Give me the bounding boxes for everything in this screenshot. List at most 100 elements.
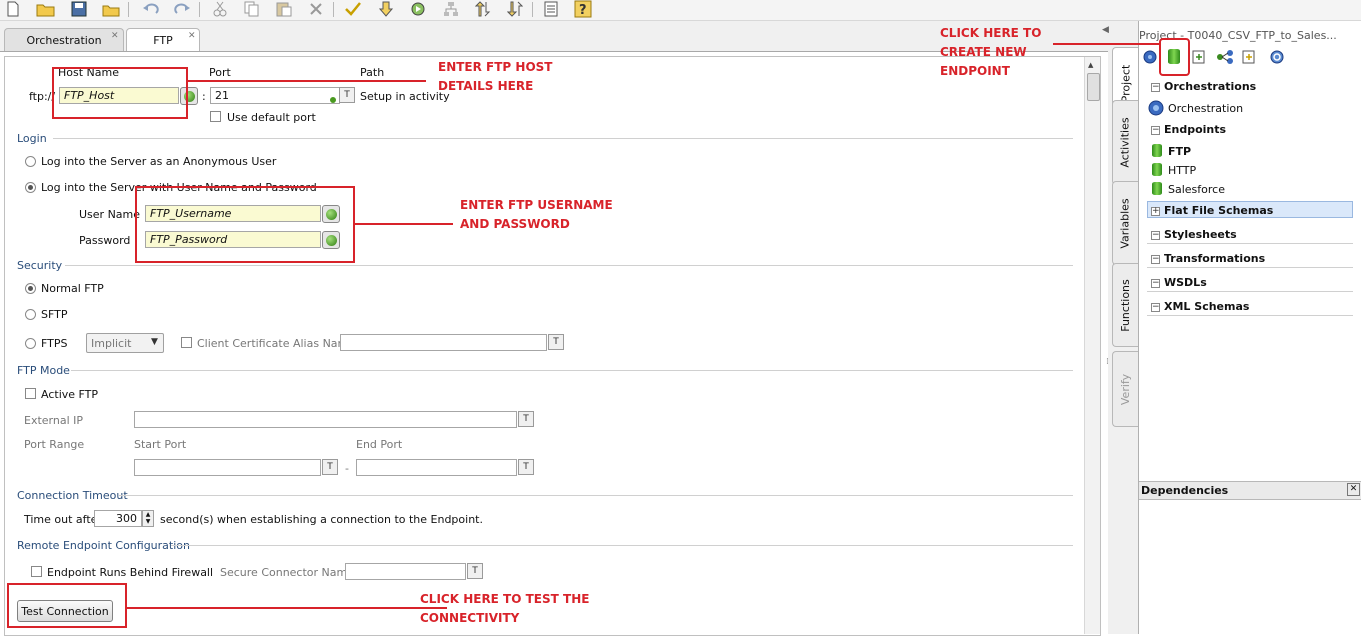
undo-icon[interactable]	[140, 0, 162, 18]
endpoint-icon	[1152, 182, 1162, 195]
tree-item-orchestration[interactable]: Orchestration	[1168, 102, 1243, 115]
collapse-wsdls-icon[interactable]: −	[1151, 279, 1160, 288]
project-panel: Project - T0040_CSV_FTP_to_Sales... − Or…	[1138, 21, 1361, 634]
tree-item-ftp[interactable]: FTP	[1168, 145, 1191, 158]
timeout-spinner[interactable]: ▲ ▼	[142, 510, 154, 527]
new-transformation-icon[interactable]	[1191, 49, 1207, 68]
side-tab-verify[interactable]: Verify	[1112, 351, 1138, 427]
end-port-text-button[interactable]: T	[518, 459, 534, 475]
dependencies-title: Dependencies	[1141, 484, 1229, 497]
scrollbar-thumb[interactable]	[1087, 73, 1100, 101]
collapse-stylesheets-icon[interactable]: −	[1151, 231, 1160, 240]
new-endpoint-annotation: CLICK HERE TO CREATE NEW ENDPOINT	[940, 24, 1041, 81]
collapse-transformations-icon[interactable]: −	[1151, 255, 1160, 264]
dependencies-header: Dependencies ✕	[1139, 481, 1361, 500]
run-icon[interactable]	[407, 0, 429, 18]
tree-transformations[interactable]: Transformations	[1164, 252, 1265, 265]
side-tab-variables[interactable]: Variables	[1112, 181, 1138, 265]
save-all-icon[interactable]	[100, 0, 122, 18]
tree-xml-schemas[interactable]: XML Schemas	[1164, 300, 1249, 313]
port-text-button[interactable]: T	[339, 87, 355, 103]
side-tab-activities[interactable]: Activities	[1112, 100, 1138, 185]
test-annotation: CLICK HERE TO TEST THE CONNECTIVITY	[420, 590, 589, 628]
client-certificate-input[interactable]	[340, 334, 547, 351]
help-icon[interactable]: ?	[572, 0, 594, 18]
open-folder-icon[interactable]	[35, 0, 57, 18]
use-default-port-checkbox[interactable]	[210, 111, 221, 122]
ftps-radio[interactable]	[25, 338, 36, 349]
annotation-line: CLICK HERE TO	[940, 26, 1042, 40]
delete-icon[interactable]	[305, 0, 327, 18]
start-port-text-button[interactable]: T	[322, 459, 338, 475]
test-highlight-box	[7, 583, 127, 628]
external-ip-text-button[interactable]: T	[518, 411, 534, 427]
tree-flat-file-schemas[interactable]: Flat File Schemas	[1164, 204, 1273, 217]
named-login-radio[interactable]	[25, 182, 36, 193]
client-certificate-text-button[interactable]: T	[548, 334, 564, 350]
copy-icon[interactable]	[241, 0, 263, 18]
refresh-icon[interactable]	[1269, 49, 1285, 68]
external-ip-input[interactable]	[134, 411, 517, 428]
active-ftp-checkbox[interactable]	[25, 388, 36, 399]
tree-orchestrations[interactable]: Orchestrations	[1164, 80, 1256, 93]
tree-stylesheets[interactable]: Stylesheets	[1164, 228, 1237, 241]
new-orchestration-icon[interactable]	[1142, 49, 1158, 68]
scroll-up-icon[interactable]: ▲	[1088, 61, 1093, 69]
ftp-mode-section-title: FTP Mode	[17, 364, 70, 377]
start-port-label: Start Port	[134, 438, 187, 451]
close-tab-icon[interactable]: ✕	[111, 31, 119, 41]
timeout-input[interactable]: 300	[94, 510, 142, 527]
credentials-highlight-box	[135, 186, 355, 263]
ftps-mode-select[interactable]: Implicit ▼	[86, 333, 164, 353]
new-schema-icon[interactable]	[1241, 49, 1257, 68]
port-input[interactable]: 21	[210, 87, 340, 104]
new-operation-icon[interactable]	[1216, 49, 1234, 68]
normal-ftp-radio[interactable]	[25, 283, 36, 294]
start-port-input[interactable]	[134, 459, 321, 476]
new-endpoint-arrow-line	[1053, 43, 1161, 45]
port-colon: :	[202, 90, 206, 103]
secure-connector-text-button[interactable]: T	[467, 563, 483, 579]
expand-flat-file-icon[interactable]: +	[1151, 207, 1160, 216]
new-file-icon[interactable]	[2, 0, 24, 18]
close-icon[interactable]: ✕	[1347, 483, 1360, 496]
tree-wsdls[interactable]: WSDLs	[1164, 276, 1207, 289]
move-up-icon[interactable]	[472, 0, 494, 18]
anonymous-login-radio[interactable]	[25, 156, 36, 167]
annotation-line: AND PASSWORD	[460, 217, 570, 231]
form-scrollbar[interactable]: ▲	[1084, 57, 1100, 634]
side-tab-strip: ◀ Project Activities Variables Functions…	[1102, 21, 1138, 634]
sftp-radio[interactable]	[25, 309, 36, 320]
collapse-xml-schemas-icon[interactable]: −	[1151, 303, 1160, 312]
splitter-grip-icon[interactable]: ⁞	[1106, 357, 1109, 367]
hierarchy-icon[interactable]	[440, 0, 462, 18]
cut-icon[interactable]	[209, 0, 231, 18]
paste-icon[interactable]	[273, 0, 295, 18]
redo-icon[interactable]	[171, 0, 193, 18]
tree-endpoints[interactable]: Endpoints	[1164, 123, 1226, 136]
deploy-icon[interactable]	[375, 0, 397, 18]
secure-connector-input[interactable]	[345, 563, 466, 580]
close-tab-icon[interactable]: ✕	[188, 31, 196, 41]
secure-connector-label: Secure Connector Name	[220, 566, 354, 579]
side-tab-functions[interactable]: Functions	[1112, 263, 1138, 347]
collapse-endpoints-icon[interactable]: −	[1151, 126, 1160, 135]
collapse-orchestrations-icon[interactable]: −	[1151, 83, 1160, 92]
path-header: Path	[360, 66, 385, 79]
toolbar: ?	[0, 0, 1361, 21]
tree-item-http[interactable]: HTTP	[1168, 164, 1196, 177]
active-ftp-label: Active FTP	[41, 388, 99, 401]
external-ip-label: External IP	[24, 414, 84, 427]
tree-item-salesforce[interactable]: Salesforce	[1168, 183, 1225, 196]
client-certificate-checkbox[interactable]	[181, 337, 192, 348]
end-port-input[interactable]	[356, 459, 517, 476]
sftp-label: SFTP	[41, 308, 68, 321]
save-icon[interactable]	[68, 0, 90, 18]
move-down-icon[interactable]	[504, 0, 526, 18]
checklist-icon[interactable]	[540, 0, 562, 18]
firewall-checkbox[interactable]	[31, 566, 42, 577]
check-icon[interactable]	[342, 0, 364, 18]
annotation-line: CREATE NEW	[940, 45, 1027, 59]
collapse-left-icon[interactable]: ◀	[1102, 25, 1109, 35]
tab-orchestration[interactable]: Orchestration	[4, 28, 124, 51]
